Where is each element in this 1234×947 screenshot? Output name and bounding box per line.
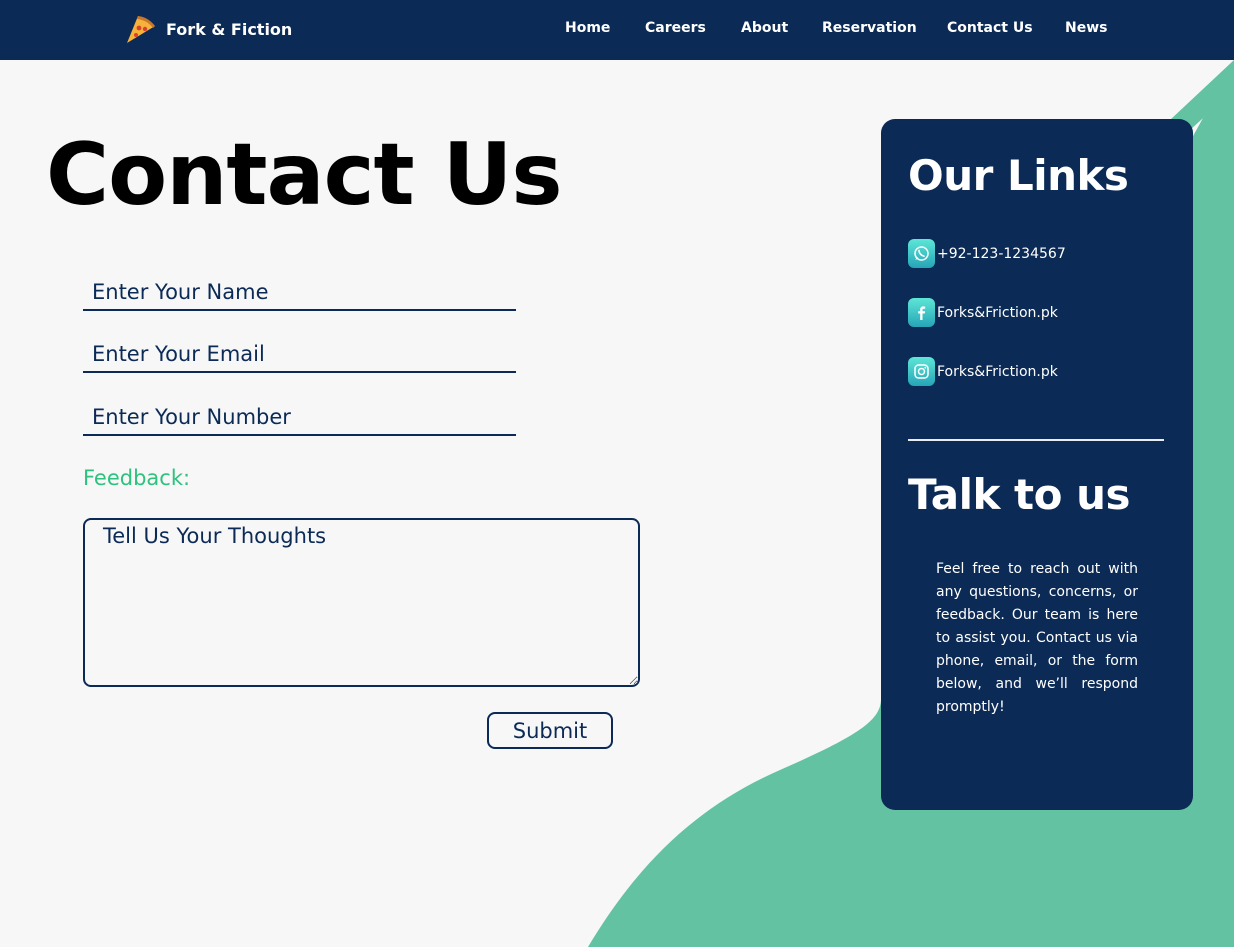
nav-home[interactable]: Home (565, 20, 610, 36)
feedback-label: Feedback: (83, 466, 191, 490)
links-title: Our Links (908, 151, 1129, 200)
pizza-slice-icon (127, 16, 155, 43)
nav-about[interactable]: About (741, 20, 788, 36)
talk-description: Feel free to reach out with any question… (936, 561, 1138, 715)
whatsapp-icon (908, 239, 935, 268)
number-input[interactable] (83, 400, 516, 436)
top-navbar: Fork & Fiction Home Careers About Reserv… (0, 0, 1234, 60)
instagram-handle: Forks&Friction.pk (937, 363, 1058, 380)
instagram-icon (908, 357, 935, 386)
submit-button[interactable]: Submit (487, 712, 613, 749)
nav-reservation[interactable]: Reservation (822, 20, 917, 36)
facebook-handle: Forks&Friction.pk (937, 304, 1058, 321)
nav-contact-us[interactable]: Contact Us (947, 20, 1033, 36)
whatsapp-number: +92-123-1234567 (937, 245, 1066, 262)
nav-news[interactable]: News (1065, 20, 1107, 36)
page-title: Contact Us (46, 125, 563, 225)
feedback-textarea[interactable] (83, 518, 640, 687)
whatsapp-link[interactable]: +92-123-1234567 (908, 239, 1066, 268)
talk-title: Talk to us (908, 470, 1130, 519)
brand-name: Fork & Fiction (166, 19, 293, 39)
divider (908, 439, 1164, 441)
name-input[interactable] (83, 275, 516, 311)
facebook-icon (908, 298, 935, 327)
contact-info-card: Our Links +92-123-1234567 Forks&Friction… (881, 119, 1193, 810)
instagram-link[interactable]: Forks&Friction.pk (908, 357, 1058, 386)
nav-careers[interactable]: Careers (645, 20, 706, 36)
facebook-link[interactable]: Forks&Friction.pk (908, 298, 1058, 327)
brand[interactable]: Fork & Fiction (124, 12, 292, 46)
email-input[interactable] (83, 337, 516, 373)
